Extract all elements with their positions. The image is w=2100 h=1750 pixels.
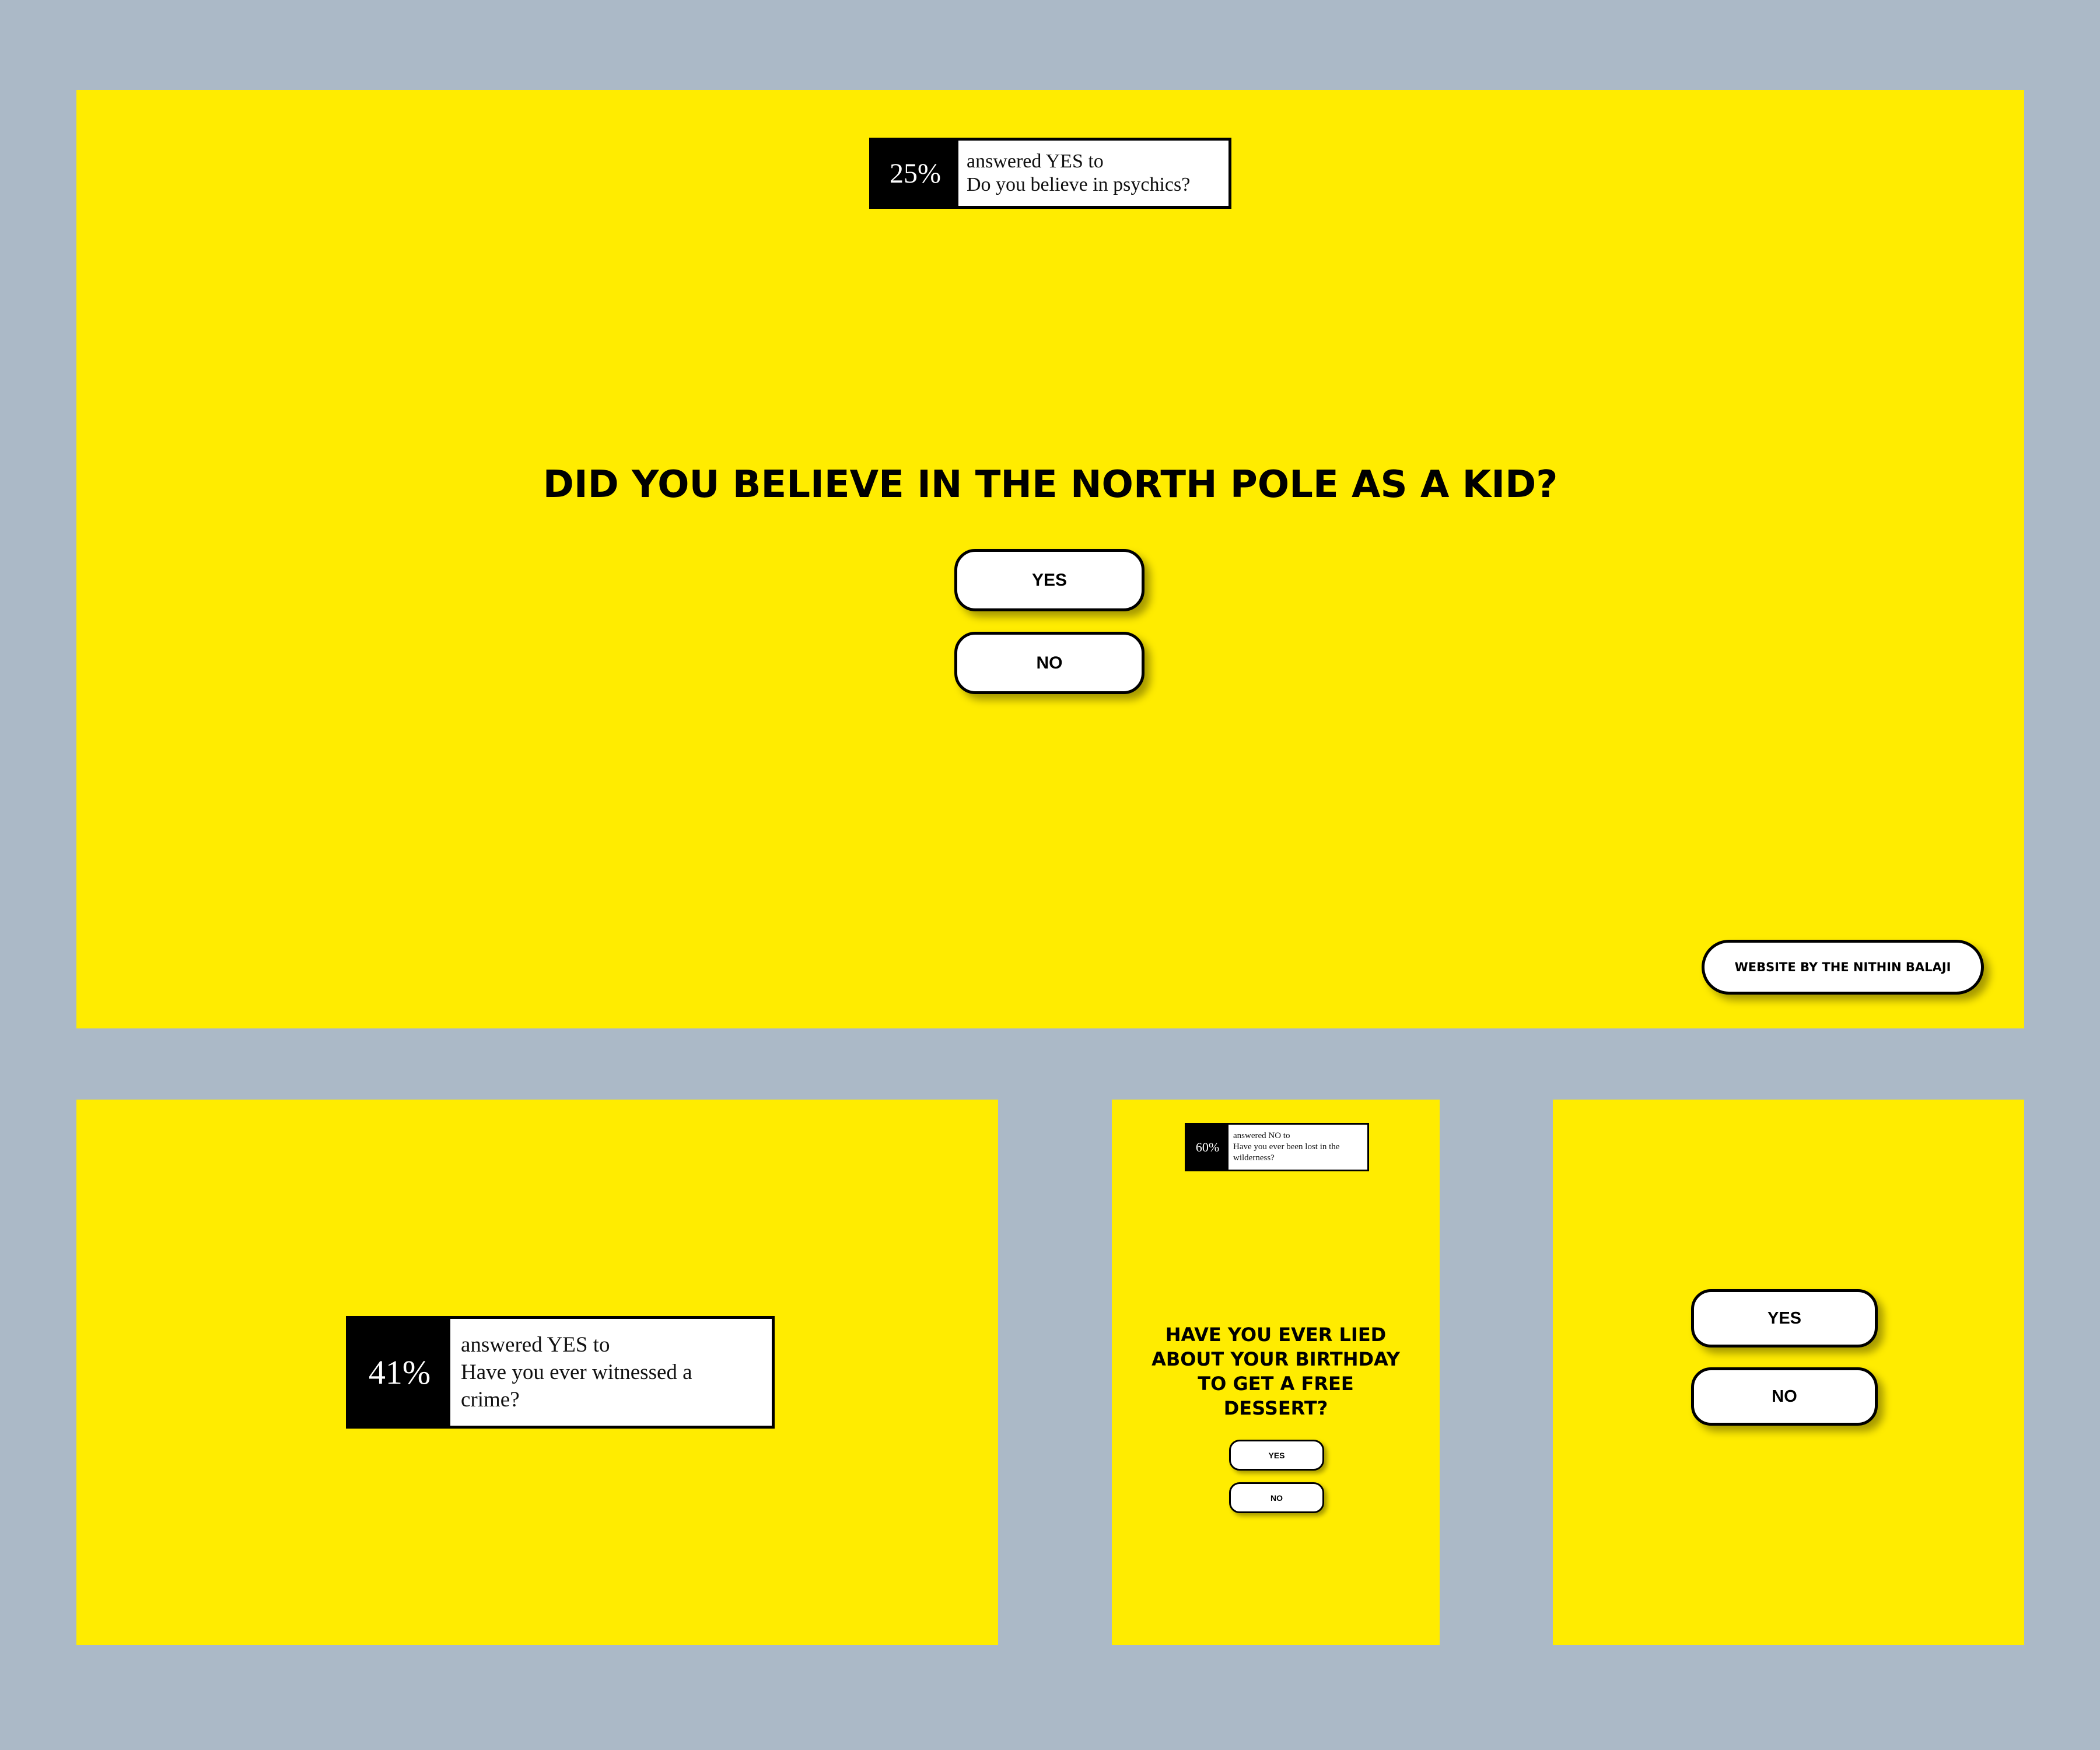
stat-text: answered NO to Have you ever been lost i… <box>1228 1125 1367 1170</box>
question-heading: DID YOU BELIEVE IN THE NORTH POLE AS A K… <box>542 463 1558 506</box>
stat-question-line: Have you ever been lost in the wildernes… <box>1233 1142 1340 1163</box>
stat-badge: 41% answered YES to Have you ever witnes… <box>346 1316 775 1429</box>
stat-percent: 25% <box>872 141 958 206</box>
stat-badge: 25% answered YES to Do you believe in ps… <box>869 138 1231 209</box>
stat-badge: 60% answered NO to Have you ever been lo… <box>1185 1123 1369 1171</box>
stat-answer-line: answered NO to <box>1233 1131 1290 1140</box>
stat-view-panel: 41% answered YES to Have you ever witnes… <box>76 1100 998 1645</box>
mobile-view-panel: 60% answered NO to Have you ever been lo… <box>1112 1100 1440 1645</box>
question-heading: HAVE YOU EVER LIED ABOUT YOUR BIRTHDAY T… <box>1152 1324 1400 1419</box>
stat-text: answered YES to Have you ever witnessed … <box>450 1319 772 1426</box>
credit-button[interactable]: WEBSITE BY THE NITHIN BALAJI <box>1702 940 1984 995</box>
stat-question-line: Have you ever witnessed a crime? <box>461 1360 692 1412</box>
stat-answer-line: answered YES to <box>461 1333 610 1357</box>
desktop-view-panel: 25% answered YES to Do you believe in ps… <box>76 90 2024 1028</box>
stat-text: answered YES to Do you believe in psychi… <box>958 141 1190 206</box>
no-button[interactable]: NO <box>954 632 1144 694</box>
buttons-view-panel: YES NO <box>1553 1100 2024 1645</box>
yes-button[interactable]: YES <box>954 549 1144 611</box>
stat-percent: 41% <box>349 1319 450 1426</box>
yes-button[interactable]: YES <box>1691 1289 1878 1348</box>
yes-button[interactable]: YES <box>1229 1440 1324 1471</box>
stat-question-line: Do you believe in psychics? <box>967 174 1191 195</box>
stat-percent: 60% <box>1186 1125 1228 1170</box>
no-button[interactable]: NO <box>1229 1482 1324 1513</box>
no-button[interactable]: NO <box>1691 1367 1878 1426</box>
stat-answer-line: answered YES to <box>967 150 1104 172</box>
